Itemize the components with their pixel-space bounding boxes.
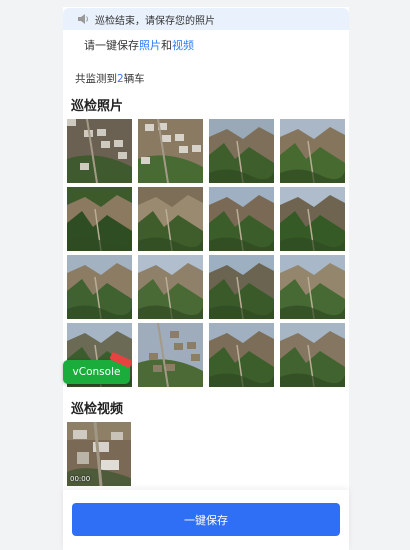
save-hint: 请一键保存照片和视频 bbox=[84, 37, 194, 53]
photo-image bbox=[280, 323, 345, 387]
notice-bar: 巡检结束，请保存您的照片 bbox=[63, 8, 349, 30]
photo-thumbnail[interactable] bbox=[280, 119, 345, 183]
photo-thumbnail[interactable] bbox=[209, 119, 274, 183]
photo-image bbox=[209, 255, 274, 319]
photo-thumbnail[interactable] bbox=[67, 255, 132, 319]
hint-and: 和 bbox=[161, 39, 172, 52]
photo-thumbnail[interactable] bbox=[209, 187, 274, 251]
photo-image bbox=[209, 119, 274, 183]
video-duration: 00:00 bbox=[70, 475, 91, 483]
photo-thumbnail[interactable] bbox=[67, 119, 132, 183]
photo-image bbox=[209, 187, 274, 251]
photo-thumbnail[interactable] bbox=[209, 255, 274, 319]
photo-thumbnail[interactable] bbox=[138, 255, 203, 319]
photo-thumbnail[interactable] bbox=[138, 187, 203, 251]
count-number: 2 bbox=[117, 73, 124, 85]
photo-thumbnail[interactable] bbox=[138, 323, 203, 387]
save-all-button[interactable]: 一键保存 bbox=[72, 503, 340, 536]
photo-image bbox=[209, 323, 274, 387]
photo-thumbnail[interactable] bbox=[280, 323, 345, 387]
vconsole-button[interactable]: vConsole bbox=[63, 351, 133, 384]
photo-image bbox=[67, 119, 132, 183]
videos-link[interactable]: 视频 bbox=[172, 39, 194, 52]
photo-image bbox=[138, 187, 203, 251]
count-suffix: 辆车 bbox=[123, 73, 145, 85]
photo-image bbox=[280, 187, 345, 251]
count-prefix: 共监测到 bbox=[75, 73, 117, 85]
vconsole-label: vConsole bbox=[72, 366, 121, 378]
photo-thumbnail[interactable] bbox=[138, 119, 203, 183]
videos-title: 巡检视频 bbox=[71, 402, 124, 417]
photo-image bbox=[280, 119, 345, 183]
photo-thumbnail[interactable] bbox=[280, 255, 345, 319]
photo-image bbox=[67, 187, 132, 251]
vehicle-count: 共监测到2辆车 bbox=[75, 71, 145, 86]
notice-text: 巡检结束，请保存您的照片 bbox=[95, 15, 215, 27]
photo-thumbnail[interactable] bbox=[209, 323, 274, 387]
photo-thumbnail[interactable] bbox=[67, 187, 132, 251]
hint-prefix: 请一键保存 bbox=[84, 39, 139, 52]
photo-thumbnail[interactable] bbox=[280, 187, 345, 251]
photo-image bbox=[138, 255, 203, 319]
photos-link[interactable]: 照片 bbox=[139, 39, 161, 52]
speaker-icon bbox=[78, 14, 88, 24]
photo-image bbox=[67, 255, 132, 319]
photo-grid bbox=[67, 119, 345, 389]
photo-image bbox=[138, 323, 203, 387]
photo-image bbox=[138, 119, 203, 183]
photo-image bbox=[280, 255, 345, 319]
photos-title: 巡检照片 bbox=[71, 99, 124, 114]
video-thumbnail[interactable]: 00:00 bbox=[67, 422, 131, 486]
